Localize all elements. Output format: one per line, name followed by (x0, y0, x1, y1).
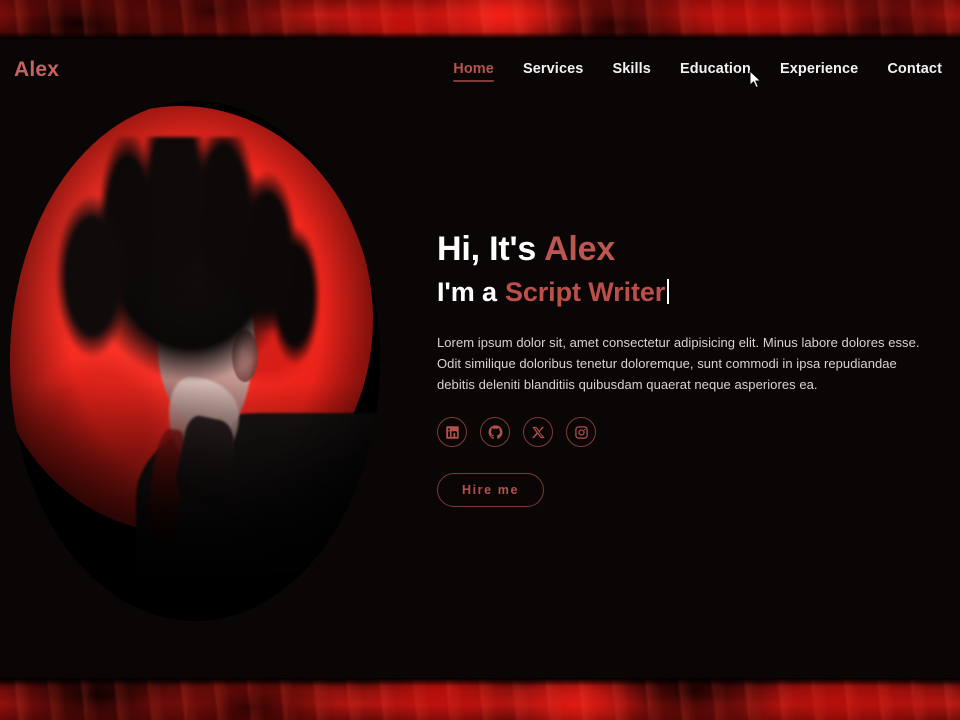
page-root: Alex Home Services Skills Education Expe… (0, 0, 960, 720)
hero-content: Hi, It's Alex I'm a Script Writer Lorem … (437, 229, 942, 508)
x-twitter-icon (531, 425, 546, 440)
nav-item-contact[interactable]: Contact (887, 61, 942, 80)
site-header: Alex Home Services Skills Education Expe… (0, 39, 960, 101)
main-navigation: Home Services Skills Education Experienc… (453, 61, 942, 82)
social-link-instagram[interactable] (566, 417, 596, 448)
bottom-banner-smoke-texture (0, 678, 960, 720)
hero-role-prefix: I'm a (437, 277, 497, 308)
portrait-vignette (10, 101, 380, 621)
github-icon (488, 425, 503, 440)
hero-portrait (10, 101, 380, 621)
hire-me-button[interactable]: Hire me (437, 473, 544, 508)
social-link-linkedin[interactable] (437, 417, 467, 448)
hero-greeting-prefix: Hi, It's (437, 230, 537, 268)
portrait-image (10, 101, 380, 621)
hero-greeting: Hi, It's Alex (437, 229, 942, 270)
social-link-x-twitter[interactable] (523, 417, 553, 448)
site-logo[interactable]: Alex (14, 58, 59, 82)
nav-item-services[interactable]: Services (523, 61, 583, 80)
top-fire-banner (0, 0, 960, 39)
bottom-fire-banner (0, 678, 960, 720)
nav-item-experience[interactable]: Experience (780, 61, 858, 80)
typing-caret (667, 279, 670, 305)
hero-description: Lorem ipsum dolor sit, amet consectetur … (437, 335, 920, 393)
top-banner-smoke-texture (0, 0, 960, 39)
nav-item-education[interactable]: Education (680, 61, 751, 80)
nav-item-home[interactable]: Home (453, 61, 494, 82)
linkedin-icon (445, 425, 460, 440)
hero-role-typed: Script Writer (504, 277, 666, 308)
hero-section: Alex Home Services Skills Education Expe… (0, 39, 960, 678)
nav-item-skills[interactable]: Skills (612, 61, 651, 80)
instagram-icon (574, 425, 589, 440)
hero-name: Alex (544, 230, 616, 268)
social-link-github[interactable] (480, 417, 510, 448)
hero-role-line: I'm a Script Writer (437, 276, 942, 310)
social-links (437, 417, 942, 448)
